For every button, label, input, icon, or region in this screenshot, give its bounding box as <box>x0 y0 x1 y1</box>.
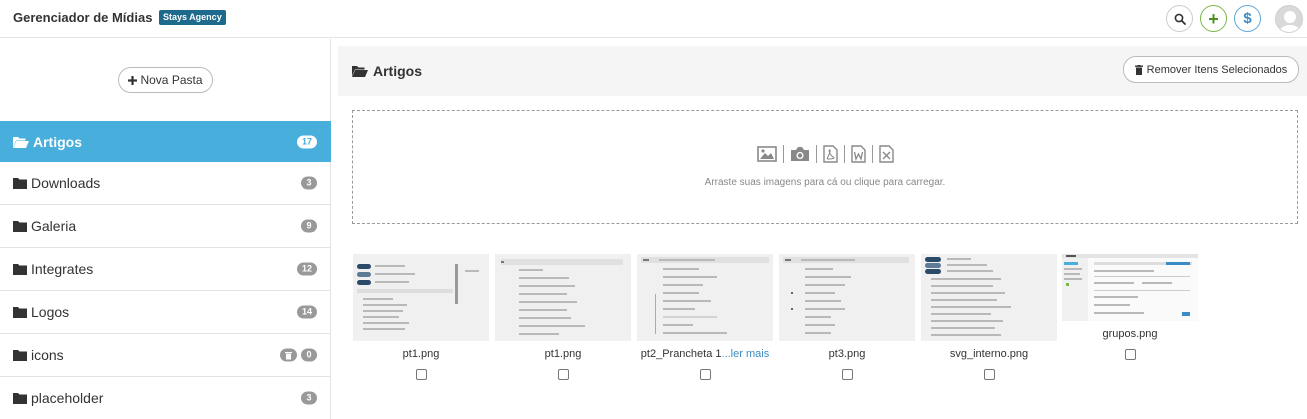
dropzone-instructions: Arraste suas imagens para cá ou clique p… <box>704 177 946 188</box>
user-icon <box>1279 11 1301 32</box>
folder-open-icon <box>13 136 29 148</box>
folder-count-badge: 3 <box>301 176 317 190</box>
media-select-checkbox[interactable] <box>699 369 711 380</box>
folder-count-badge: 17 <box>296 135 317 148</box>
word-file-icon <box>850 145 866 163</box>
folder-count-badge: 9 <box>301 219 317 233</box>
folder-name: Integrates <box>31 261 94 277</box>
folder-icon <box>13 350 27 361</box>
folder-name: Logos <box>31 304 70 320</box>
folder-name: Downloads <box>31 175 101 191</box>
folder-icon <box>13 178 27 189</box>
folder-icon <box>13 307 27 318</box>
dollar-icon: $ <box>1243 10 1252 27</box>
media-item[interactable]: svg_interno.png <box>921 254 1057 380</box>
folder-item-integrates[interactable]: Integrates 12 <box>0 248 331 291</box>
media-filename: grupos.png <box>1102 328 1158 340</box>
media-thumbnail[interactable] <box>495 254 631 341</box>
media-item[interactable]: pt3.png <box>779 254 915 380</box>
search-button[interactable] <box>1166 5 1193 32</box>
folder-icon <box>13 393 27 404</box>
media-item[interactable]: pt2_Prancheta 1...ler mais <box>637 254 773 380</box>
folder-item-icons[interactable]: icons 0 <box>0 334 331 377</box>
page-title: Artigos <box>352 63 422 79</box>
folder-count-badge: 14 <box>296 305 317 319</box>
page-title-text: Artigos <box>373 63 422 79</box>
media-thumbnail[interactable] <box>779 254 915 341</box>
folder-icon <box>13 264 27 275</box>
upload-dropzone[interactable]: Arraste suas imagens para cá ou clique p… <box>352 110 1298 224</box>
media-select-checkbox[interactable] <box>1124 349 1136 360</box>
delete-folder-button[interactable] <box>280 348 297 362</box>
media-filename-wrap: pt2_Prancheta 1...ler mais <box>637 348 773 360</box>
image-icon <box>756 146 777 162</box>
separator <box>815 145 817 163</box>
trash-icon <box>1134 64 1143 75</box>
folder-icon <box>13 221 27 232</box>
folder-item-galeria[interactable]: Galeria 9 <box>0 205 331 248</box>
media-select-checkbox[interactable] <box>841 369 853 380</box>
folder-name: Galeria <box>31 218 77 234</box>
main-panel: Artigos Remover Itens Selecionados Arras… <box>338 46 1307 419</box>
media-filename: pt3.png <box>828 348 866 360</box>
app-title: Gerenciador de Mídias <box>13 10 153 25</box>
media-grid: pt1.png pt1.png pt2_Prancheta 1...ler ma… <box>353 254 1299 384</box>
billing-button[interactable]: $ <box>1234 5 1261 32</box>
separator <box>782 145 784 163</box>
remove-selected-label: Remover Itens Selecionados <box>1146 63 1288 76</box>
media-filename: pt2_Prancheta 1 <box>640 348 722 360</box>
media-item[interactable]: pt1.png <box>495 254 631 380</box>
media-select-checkbox[interactable] <box>557 369 569 380</box>
search-icon <box>1174 13 1186 25</box>
folder-item-downloads[interactable]: Downloads 3 <box>0 162 331 205</box>
media-thumbnail[interactable] <box>353 254 489 341</box>
media-thumbnail[interactable] <box>1062 254 1198 321</box>
plus-icon: + <box>1208 8 1219 29</box>
folder-name: icons <box>31 347 64 363</box>
folder-count-badge: 3 <box>301 391 317 405</box>
media-select-checkbox[interactable] <box>415 369 427 380</box>
media-item[interactable]: pt1.png <box>353 254 489 380</box>
media-thumbnail[interactable] <box>921 254 1057 341</box>
camera-icon <box>790 147 809 161</box>
read-more-link[interactable]: ...ler mais <box>722 348 770 360</box>
folder-open-icon <box>352 66 368 77</box>
media-thumbnail[interactable] <box>637 254 773 341</box>
folder-count-badge: 12 <box>296 262 317 276</box>
media-filename: svg_interno.png <box>949 348 1029 360</box>
media-filename: pt1.png <box>544 348 582 360</box>
add-button[interactable]: + <box>1200 5 1227 32</box>
new-folder-label: Nova Pasta <box>140 73 203 87</box>
brand-badge: Stays Agency <box>159 10 226 25</box>
folder-item-artigos[interactable]: Artigos 17 <box>0 121 331 162</box>
folder-name: Artigos <box>33 133 82 150</box>
separator <box>871 145 873 163</box>
plus-icon <box>128 75 138 85</box>
sidebar: Nova Pasta Artigos 17 Downloads 3 Galeri… <box>0 39 331 419</box>
trash-icon <box>285 351 292 359</box>
file-type-icons <box>353 145 1297 163</box>
folder-item-placeholder[interactable]: placeholder 3 <box>0 377 331 419</box>
folder-name: placeholder <box>31 390 104 406</box>
folder-list: Artigos 17 Downloads 3 Galeria 9 Integra… <box>0 121 331 419</box>
avatar[interactable] <box>1275 5 1303 33</box>
pdf-file-icon <box>822 145 838 163</box>
new-folder-button[interactable]: Nova Pasta <box>118 67 213 93</box>
media-select-checkbox[interactable] <box>983 369 995 380</box>
panel-header: Artigos Remover Itens Selecionados <box>338 46 1307 96</box>
top-bar: Gerenciador de Mídias Stays Agency + $ <box>0 0 1307 38</box>
remove-selected-button[interactable]: Remover Itens Selecionados <box>1123 56 1299 83</box>
excel-file-icon <box>878 145 894 163</box>
media-item[interactable]: grupos.png <box>1062 254 1198 360</box>
folder-count-badge: 0 <box>301 348 317 362</box>
separator <box>843 145 845 163</box>
folder-item-logos[interactable]: Logos 14 <box>0 291 331 334</box>
media-filename: pt1.png <box>402 348 440 360</box>
